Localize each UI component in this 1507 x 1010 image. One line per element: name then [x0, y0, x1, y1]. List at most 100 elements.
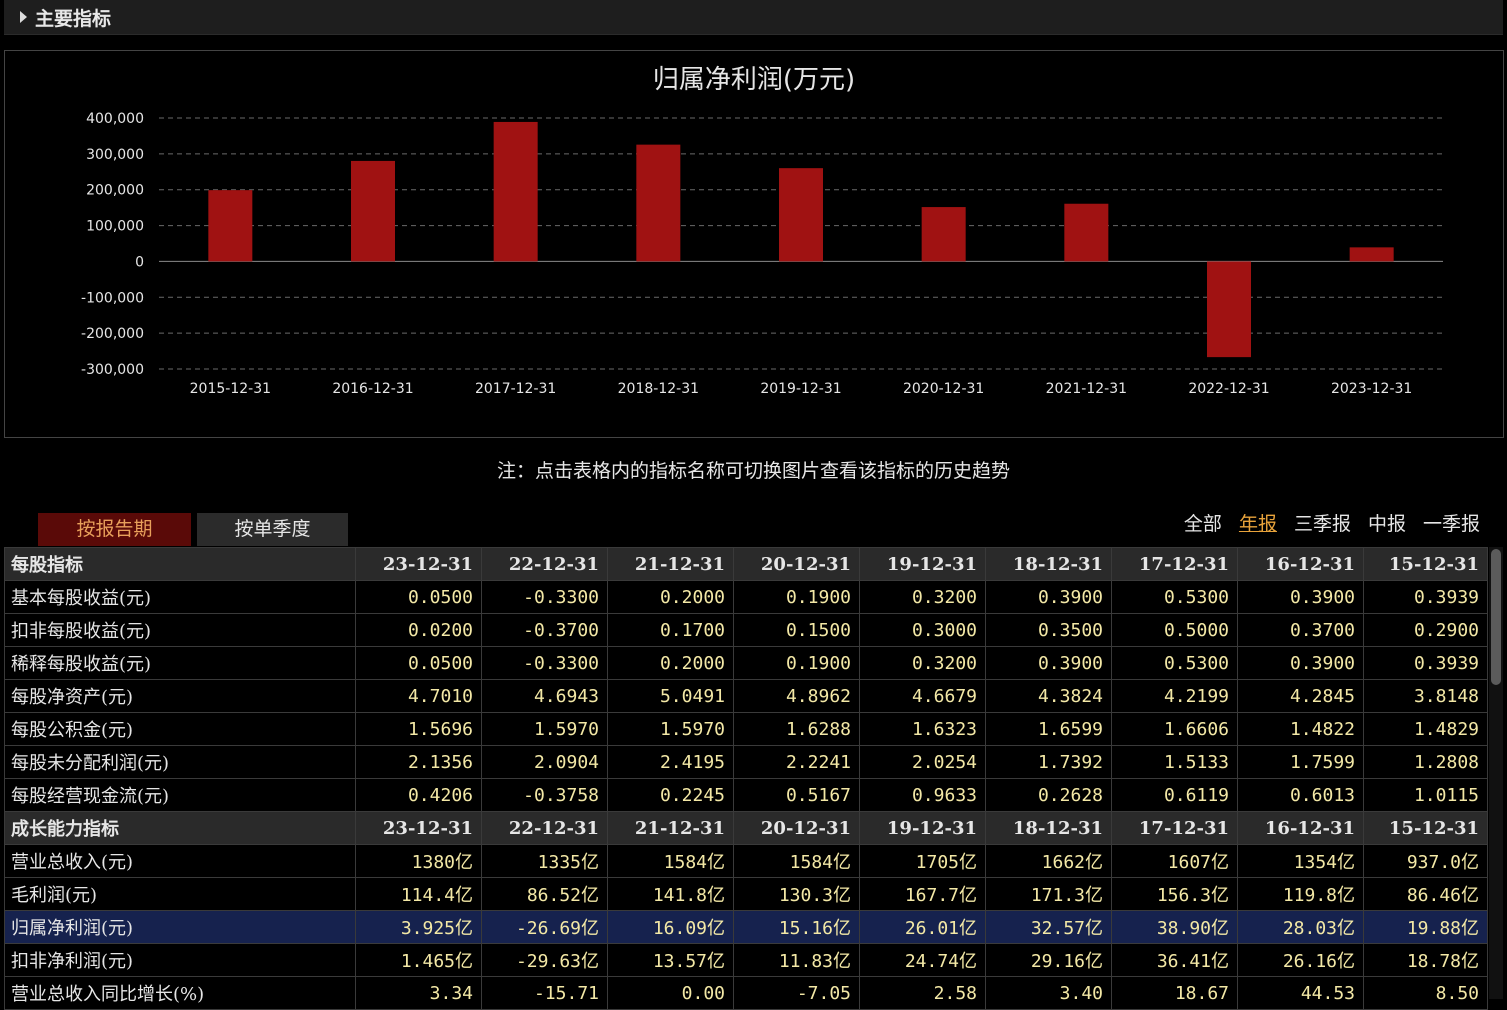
table-cell: 1.4829: [1363, 712, 1488, 746]
indicator-name[interactable]: 归属净利润(元): [4, 910, 356, 944]
filter-annual[interactable]: 年报: [1239, 509, 1277, 536]
indicator-name[interactable]: 毛利润(元): [4, 877, 356, 911]
indicator-name[interactable]: 营业总收入同比增长(%): [4, 976, 356, 1010]
period-header: 18-12-31: [985, 811, 1112, 845]
x-tick-label: 2017-12-31: [475, 381, 556, 397]
bar-2022-12-31[interactable]: [1207, 261, 1251, 358]
indicator-name[interactable]: 扣非每股收益(元): [4, 613, 356, 647]
table-cell: 0.3939: [1363, 580, 1488, 614]
table-cell: 36.41亿: [1111, 943, 1238, 977]
table-cell: 0.1900: [733, 646, 860, 680]
table-cell: 1.0115: [1363, 778, 1488, 812]
bar-2017-12-31[interactable]: [493, 121, 538, 262]
bar-2016-12-31[interactable]: [351, 160, 395, 262]
table-row[interactable]: 每股净资产(元) 4.7010 4.6943 5.0491 4.8962 4.6679 4.…: [4, 679, 1488, 713]
filter-interim[interactable]: 中报: [1368, 509, 1406, 536]
x-tick-label: 2019-12-31: [760, 381, 841, 397]
table-cell: 0.3700: [1237, 613, 1364, 647]
indicator-name[interactable]: 每股公积金(元): [4, 712, 356, 746]
bar-2015-12-31[interactable]: [208, 190, 253, 262]
section-header[interactable]: 主要指标: [4, 0, 1503, 35]
table-cell: -0.3300: [481, 580, 608, 614]
table-cell: 114.4亿: [355, 877, 482, 911]
bar-2019-12-31[interactable]: [779, 168, 823, 262]
table-row[interactable]: 归属净利润(元) 3.925亿 -26.69亿 16.09亿 15.16亿 26.01亿 3…: [4, 910, 1488, 944]
bar-2021-12-31[interactable]: [1064, 203, 1109, 262]
y-tick-label: 400,000: [86, 111, 144, 127]
table-cell: 3.8148: [1363, 679, 1488, 713]
period-header: 22-12-31: [481, 547, 608, 581]
tab-by-single-quarter[interactable]: 按单季度: [197, 513, 348, 546]
period-header: 15-12-31: [1363, 547, 1488, 581]
table-cell: 1.5696: [355, 712, 482, 746]
table-cell: -26.69亿: [481, 910, 608, 944]
y-tick-label: 200,000: [86, 183, 144, 199]
table-cell: 1380亿: [355, 844, 482, 878]
bar-2020-12-31[interactable]: [921, 207, 966, 262]
table-cell: 29.16亿: [985, 943, 1112, 977]
table-row[interactable]: 每股未分配利润(元) 2.1356 2.0904 2.4195 2.2241 2.0254…: [4, 745, 1488, 779]
filter-q1[interactable]: 一季报: [1423, 509, 1480, 536]
table-cell: 38.90亿: [1111, 910, 1238, 944]
x-tick-label: 2022-12-31: [1188, 381, 1269, 397]
table-cell: 0.3900: [1237, 646, 1364, 680]
table-cell: 1.5970: [607, 712, 734, 746]
table-section-header: 每股指标 23-12-31 22-12-31 21-12-31 20-12-31 19-1…: [4, 547, 1488, 581]
table-row[interactable]: 每股公积金(元) 1.5696 1.5970 1.5970 1.6288 1.6323 1.…: [4, 712, 1488, 746]
table-cell: -0.3758: [481, 778, 608, 812]
indicator-name[interactable]: 扣非净利润(元): [4, 943, 356, 977]
indicator-name[interactable]: 营业总收入(元): [4, 844, 356, 878]
table-cell: 1354亿: [1237, 844, 1364, 878]
table-cell: 44.53: [1237, 976, 1364, 1010]
table-cell: 2.0904: [481, 745, 608, 779]
table-cell: -0.3700: [481, 613, 608, 647]
table-row[interactable]: 毛利润(元) 114.4亿 86.52亿 141.8亿 130.3亿 167.7亿 171.…: [4, 877, 1488, 911]
indicator-name[interactable]: 基本每股收益(元): [4, 580, 356, 614]
table-row[interactable]: 基本每股收益(元) 0.0500 -0.3300 0.2000 0.1900 0.3200…: [4, 580, 1488, 614]
table-cell: 2.1356: [355, 745, 482, 779]
table-cell: 4.3824: [985, 679, 1112, 713]
table-cell: 1.465亿: [355, 943, 482, 977]
indicator-name[interactable]: 每股净资产(元): [4, 679, 356, 713]
table-cell: 1705亿: [859, 844, 986, 878]
table-cell: 0.2000: [607, 646, 734, 680]
table-cell: 3.40: [985, 976, 1112, 1010]
period-header: 16-12-31: [1237, 547, 1364, 581]
table-cell: 0.5300: [1111, 580, 1238, 614]
bar-2023-12-31[interactable]: [1349, 247, 1394, 262]
table-cell: 1.7392: [985, 745, 1112, 779]
indicator-name[interactable]: 稀释每股收益(元): [4, 646, 356, 680]
table-row[interactable]: 扣非净利润(元) 1.465亿 -29.63亿 13.57亿 11.83亿 24.74亿 2…: [4, 943, 1488, 977]
period-header: 21-12-31: [607, 811, 734, 845]
table-row[interactable]: 扣非每股收益(元) 0.0200 -0.3700 0.1700 0.1500 0.3000…: [4, 613, 1488, 647]
y-tick-label: 300,000: [86, 147, 144, 163]
table-cell: 32.57亿: [985, 910, 1112, 944]
scrollbar-thumb[interactable]: [1491, 549, 1501, 685]
bar-2018-12-31[interactable]: [636, 144, 681, 262]
table-row[interactable]: 每股经营现金流(元) 0.4206 -0.3758 0.2245 0.5167 0.963…: [4, 778, 1488, 812]
filter-all[interactable]: 全部: [1184, 509, 1222, 536]
table-row[interactable]: 营业总收入同比增长(%) 3.34 -15.71 0.00 -7.05 2.58 3.40 1…: [4, 976, 1488, 1010]
table-cell: 0.3000: [859, 613, 986, 647]
indicator-name[interactable]: 每股未分配利润(元): [4, 745, 356, 779]
table-cell: 86.52亿: [481, 877, 608, 911]
net-profit-chart: 归属净利润(万元) 400,000 300,000 200,000 100,000 0 -…: [81, 65, 1443, 397]
table-row[interactable]: 营业总收入(元) 1380亿 1335亿 1584亿 1584亿 1705亿 1662亿 16…: [4, 844, 1488, 878]
table-cell: 0.9633: [859, 778, 986, 812]
table-row[interactable]: 稀释每股收益(元) 0.0500 -0.3300 0.2000 0.1900 0.3200…: [4, 646, 1488, 680]
table-cell: 0.6119: [1111, 778, 1238, 812]
filter-q3[interactable]: 三季报: [1294, 509, 1351, 536]
table-cell: 167.7亿: [859, 877, 986, 911]
table-cell: 24.74亿: [859, 943, 986, 977]
table-cell: 0.00: [607, 976, 734, 1010]
table-section-header: 成长能力指标 23-12-31 22-12-31 21-12-31 20-12-31 19…: [4, 811, 1488, 845]
tab-by-report-period[interactable]: 按报告期: [38, 513, 191, 546]
table-cell: 0.1500: [733, 613, 860, 647]
indicator-name[interactable]: 每股经营现金流(元): [4, 778, 356, 812]
period-header: 17-12-31: [1111, 811, 1238, 845]
table-scrollbar[interactable]: [1489, 547, 1503, 999]
table-cell: -0.3300: [481, 646, 608, 680]
table-cell: 130.3亿: [733, 877, 860, 911]
table-cell: 28.03亿: [1237, 910, 1364, 944]
x-tick-label: 2018-12-31: [618, 381, 699, 397]
